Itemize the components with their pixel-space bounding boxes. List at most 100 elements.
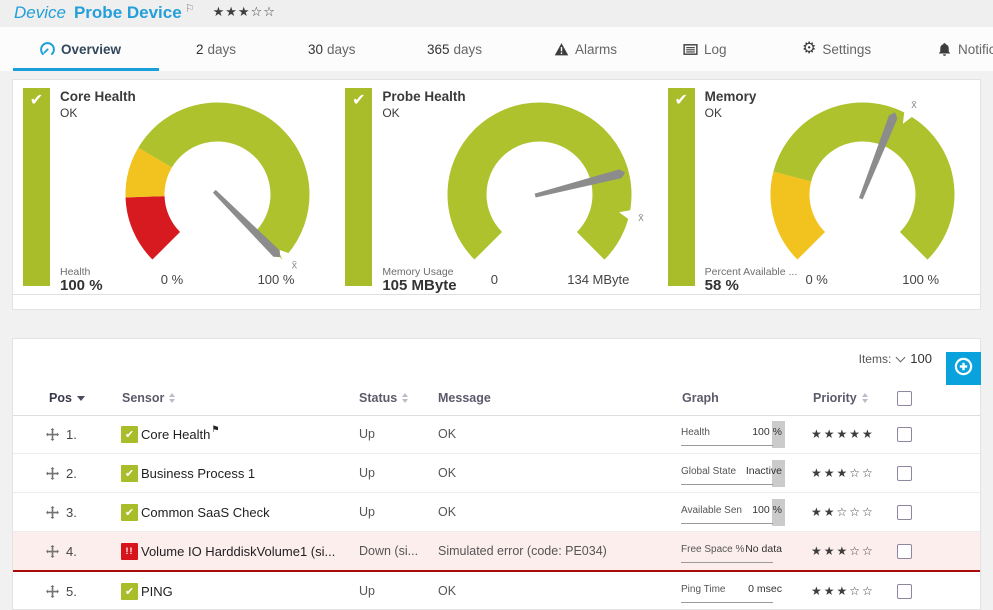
sensor-name[interactable]: Volume IO HarddiskVolume1 (si... bbox=[141, 544, 335, 559]
gauge-max-label: 100 % bbox=[881, 272, 961, 287]
graph-channel-label: Ping Time bbox=[681, 584, 725, 595]
row-checkbox[interactable] bbox=[897, 505, 912, 520]
chevron-down-icon bbox=[896, 352, 906, 362]
sensor-ok-icon: ✔ bbox=[121, 465, 138, 482]
add-button[interactable] bbox=[946, 352, 981, 385]
sensor-status-bar: ✔ bbox=[668, 88, 695, 286]
sensor-row-1[interactable]: 1.✔Core Health⚑UpOKHealth100 %★★★★★ bbox=[13, 415, 980, 454]
sensor-name[interactable]: Common SaaS Check bbox=[141, 505, 270, 520]
column-header-message[interactable]: Message bbox=[438, 381, 491, 415]
priority-stars[interactable]: ★★★☆☆ bbox=[811, 572, 875, 610]
tab-notifications[interactable]: Notifications bbox=[937, 27, 993, 71]
move-handle-icon[interactable] bbox=[46, 467, 59, 480]
items-count-control[interactable]: Items: 100 bbox=[859, 351, 932, 366]
priority-stars[interactable]: ★★★☆☆ bbox=[811, 532, 875, 570]
column-header-sensor[interactable]: Sensor bbox=[122, 381, 175, 415]
row-position: 1. bbox=[66, 427, 77, 442]
sensor-message: OK bbox=[438, 493, 456, 531]
table-rows: 1.✔Core Health⚑UpOKHealth100 %★★★★★2.✔Bu… bbox=[13, 415, 980, 610]
move-handle-icon[interactable] bbox=[46, 545, 59, 558]
sensor-row-3[interactable]: 3.✔Common SaaS CheckUpOKAvailable Sen100… bbox=[13, 493, 980, 532]
priority-stars[interactable]: ★★★☆☆ bbox=[811, 454, 875, 492]
row-checkbox[interactable] bbox=[897, 427, 912, 442]
graph-channel-value: Inactive bbox=[746, 465, 782, 477]
mini-graph: Ping Time0 msec bbox=[681, 578, 785, 605]
column-header-graph[interactable]: Graph bbox=[682, 381, 719, 415]
check-icon: ✔ bbox=[345, 90, 372, 110]
move-handle-icon[interactable] bbox=[46, 506, 59, 519]
check-icon: ✔ bbox=[23, 90, 50, 110]
sensor-row-2[interactable]: 2. ✔Business Process 1 Up OK Global State Ina… bbox=[13, 454, 980, 493]
svg-text:x̄: x̄ bbox=[639, 212, 645, 224]
device-type-label: Device bbox=[14, 3, 66, 22]
sensor-name[interactable]: PING bbox=[141, 584, 173, 599]
graph-channel-label: Free Space % bbox=[681, 544, 744, 555]
device-rating-stars[interactable]: ★★★☆☆ bbox=[213, 4, 276, 19]
tab-overview[interactable]: Overview bbox=[40, 27, 121, 71]
column-header-status[interactable]: Status bbox=[359, 381, 408, 415]
column-label: Status bbox=[359, 391, 397, 405]
svg-text:x̄: x̄ bbox=[911, 99, 917, 111]
move-handle-icon[interactable] bbox=[46, 585, 59, 598]
svg-text:x̄: x̄ bbox=[292, 259, 298, 271]
sensor-message: OK bbox=[438, 572, 456, 610]
flag-icon: ⚑ bbox=[211, 424, 219, 435]
tab-log[interactable]: Log bbox=[683, 27, 727, 71]
gauge-max-label: 100 % bbox=[236, 272, 316, 287]
sensor-status: Up bbox=[359, 454, 375, 492]
sensor-name[interactable]: Core Health bbox=[141, 427, 210, 442]
tab-365-days[interactable]: 365days bbox=[427, 27, 482, 71]
gauge-min-label: 0 % bbox=[142, 272, 202, 287]
sensor-table-panel: Items: 100 Pos Sensor Status Message Graph Pr… bbox=[12, 338, 981, 610]
add-icon bbox=[954, 357, 973, 381]
gauge-title: Memory bbox=[705, 89, 757, 104]
select-all-checkbox[interactable] bbox=[897, 391, 912, 406]
sensor-status: Down (si... bbox=[359, 532, 418, 570]
sort-icon bbox=[169, 393, 175, 403]
sensor-row-4[interactable]: 4.!!Volume IO HarddiskVolume1 (si...Down… bbox=[13, 532, 980, 572]
column-header-priority[interactable]: Priority bbox=[813, 381, 868, 415]
row-checkbox[interactable] bbox=[897, 544, 912, 559]
tab-alarms[interactable]: Alarms bbox=[554, 27, 617, 71]
tab-label: Settings bbox=[822, 42, 871, 57]
tab-30-days[interactable]: 30days bbox=[308, 27, 356, 71]
gauge-status: OK bbox=[60, 106, 77, 120]
tab-label: Notifications bbox=[958, 42, 993, 57]
items-label: Items: bbox=[859, 352, 892, 366]
sensor-row-5[interactable]: 5.✔PINGUpOKPing Time0 msec★★★☆☆ bbox=[13, 572, 980, 610]
sensor-name[interactable]: Business Process 1 bbox=[141, 466, 255, 481]
title-bar: DeviceProbe Device⚐★★★☆☆ bbox=[0, 0, 993, 27]
sensor-message: OK bbox=[438, 454, 456, 492]
column-header-pos[interactable]: Pos bbox=[49, 381, 85, 415]
row-checkbox[interactable] bbox=[897, 466, 912, 481]
sort-icon bbox=[862, 393, 868, 403]
column-label: Graph bbox=[682, 391, 719, 405]
sort-icon bbox=[402, 393, 408, 403]
sensor-ok-icon: ✔ bbox=[121, 583, 138, 600]
tab-2-days[interactable]: 2days bbox=[196, 27, 236, 71]
gauge-tile-core-health[interactable]: ✔Core HealthOKx̄0 %100 %Health100 % bbox=[13, 80, 335, 295]
mini-graph: Free Space %No data bbox=[681, 538, 785, 565]
row-position: 5. bbox=[66, 584, 77, 599]
priority-stars[interactable]: ★★★★★ bbox=[811, 415, 875, 453]
graph-axis-line bbox=[681, 523, 773, 524]
tab-settings[interactable]: ⚙Settings bbox=[802, 27, 871, 71]
bell-icon bbox=[937, 42, 952, 57]
tab-label: Log bbox=[704, 42, 727, 57]
sensor-ok-icon: ✔ bbox=[121, 504, 138, 521]
gauge-tile-memory[interactable]: ✔MemoryOKx̄0 %100 %Percent Available ...… bbox=[658, 80, 980, 295]
column-label: Message bbox=[438, 391, 491, 405]
sensor-ok-icon: ✔ bbox=[121, 426, 138, 443]
gauge-icon bbox=[40, 42, 55, 57]
graph-channel-label: Health bbox=[681, 427, 710, 438]
row-checkbox[interactable] bbox=[897, 584, 912, 599]
mini-graph: Available Sen100 % bbox=[681, 499, 785, 526]
priority-stars[interactable]: ★★☆☆☆ bbox=[811, 493, 875, 531]
tab-label: Alarms bbox=[575, 42, 617, 57]
row-position: 2. bbox=[66, 466, 77, 481]
graph-channel-label: Global State bbox=[681, 466, 736, 477]
gauge-tile-probe-health[interactable]: ✔Probe HealthOKx̄0134 MByteMemory Usage1… bbox=[335, 80, 657, 295]
move-handle-icon[interactable] bbox=[46, 428, 59, 441]
tab-bar: Overview 2days 30days 365days Alarms Log ⚙Sett… bbox=[0, 27, 993, 71]
graph-axis-line bbox=[681, 445, 773, 446]
